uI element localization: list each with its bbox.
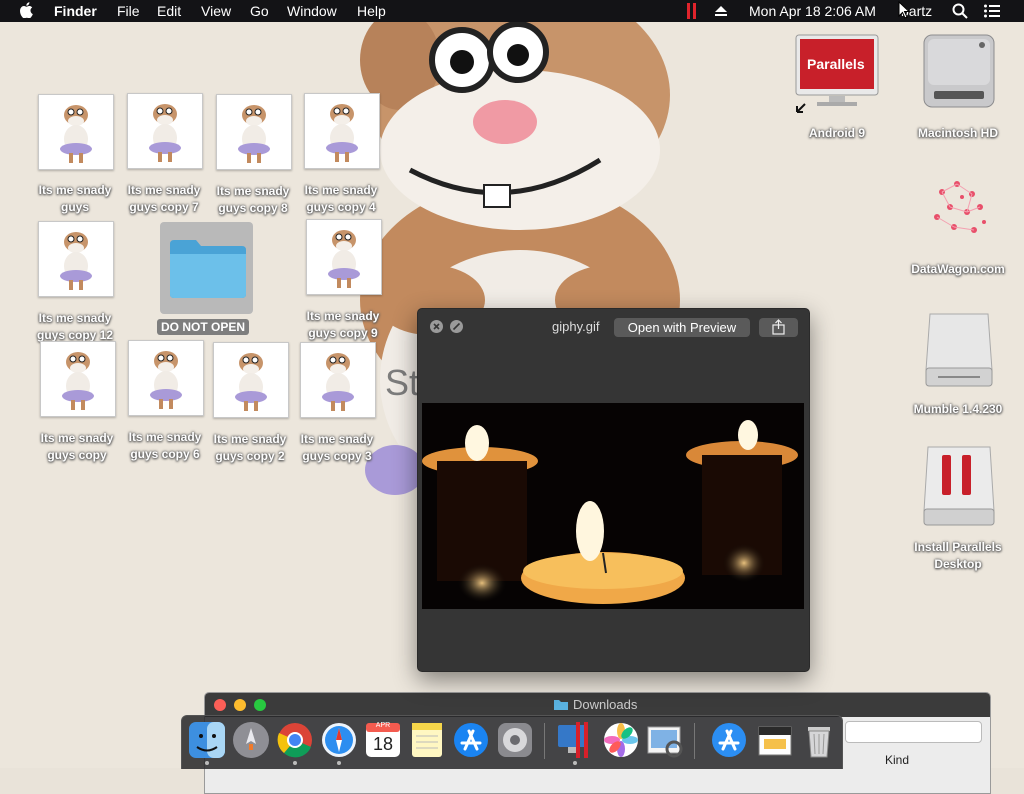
menu-window[interactable]: Window [287,3,337,19]
menu-go[interactable]: Go [250,3,269,19]
safari-dock-icon[interactable] [320,721,358,765]
image-file-icon[interactable] [216,94,292,170]
running-indicator [293,761,297,765]
preview-dock-icon[interactable] [646,721,684,759]
menu-file[interactable]: File [117,3,140,19]
menu-app-name[interactable]: Finder [54,3,97,19]
running-indicator [573,761,577,765]
close-window-button[interactable] [214,699,226,711]
quicklook-window: giphy.gif Open with Preview [417,308,810,672]
parallels-badge: Parallels [807,56,865,72]
calendar-day: 18 [372,734,394,754]
dock: APR 18 [181,715,843,769]
image-file-label[interactable]: Its me snady guys copy 7 [116,182,212,216]
open-with-preview-button[interactable]: Open with Preview [614,318,750,337]
datawagon-icon[interactable] [922,172,996,251]
image-file-label[interactable]: Its me snady guys [27,182,123,216]
share-button[interactable] [759,318,798,337]
android-vm-label[interactable]: Android 9 [777,125,897,142]
quicklook-filename: giphy.gif [552,319,600,334]
svg-text:St: St [385,362,419,403]
menu-clock[interactable]: Mon Apr 18 2:06 AM [749,3,876,19]
downloads-folder-icon [553,698,569,716]
mumble-label[interactable]: Mumble 1.4.230 [898,401,1018,418]
image-file-label[interactable]: Its me snady guys copy 8 [205,183,301,217]
install-parallels-label[interactable]: Install Parallels Desktop [898,539,1018,573]
mouse-cursor-icon [898,0,911,22]
calendar-dock-icon[interactable]: APR 18 [364,721,402,759]
system-preferences-dock-icon[interactable] [496,721,534,759]
fullscreen-icon[interactable] [450,320,463,333]
notes-dock-icon[interactable] [408,721,446,759]
parallels-desktop-dock-icon[interactable] [556,721,594,765]
image-file-icon[interactable] [304,93,380,169]
running-indicator [337,761,341,765]
image-file-icon[interactable] [38,221,114,297]
parallels-menu-icon[interactable] [687,3,697,22]
image-file-label[interactable]: Its me snady guys copy 3 [289,431,385,465]
trash-icon[interactable] [800,721,838,759]
minimize-window-button[interactable] [234,699,246,711]
image-file-icon[interactable] [127,93,203,169]
image-file-icon[interactable] [38,94,114,170]
photos-dock-icon[interactable] [602,721,640,759]
folder-label[interactable]: DO NOT OPEN [157,319,250,335]
image-file-label[interactable]: Its me snady guys copy 2 [202,431,298,465]
app-store-dock-icon[interactable] [452,721,490,759]
folder-icon[interactable] [168,236,248,305]
mumble-disk-icon[interactable] [922,310,996,395]
spotlight-search-icon[interactable] [952,3,968,22]
image-file-icon[interactable] [40,341,116,417]
menu-help[interactable]: Help [357,3,386,19]
downloads-stack-dock-icon[interactable] [756,721,794,759]
notification-center-icon[interactable] [984,4,1000,21]
app-store-dock-icon[interactable] [710,721,748,759]
image-file-icon[interactable] [213,342,289,418]
calendar-month: APR [375,722,391,729]
running-indicator [205,761,209,765]
gif-preview-image [422,403,804,609]
downloads-titlebar[interactable]: Downloads [205,693,990,717]
menu-edit[interactable]: Edit [157,3,181,19]
dock-separator [694,723,695,759]
close-icon[interactable] [430,320,443,333]
launchpad-dock-icon[interactable] [232,721,270,759]
datawagon-label[interactable]: DataWagon.com [898,261,1018,278]
search-field[interactable] [845,721,982,743]
install-parallels-icon[interactable] [922,445,996,534]
dock-separator [544,723,545,759]
finder-dock-icon[interactable] [188,721,226,765]
eject-icon[interactable] [714,4,728,20]
image-file-icon[interactable] [300,342,376,418]
menu-view[interactable]: View [201,3,231,19]
apple-menu-icon[interactable] [20,2,34,21]
menu-bar: Finder File Edit View Go Window Help Mon… [0,0,1024,22]
downloads-window-title: Downloads [573,697,638,712]
hard-drive-label[interactable]: Macintosh HD [898,125,1018,142]
image-file-label[interactable]: Its me snady guys copy 12 [27,310,123,344]
image-file-icon[interactable] [306,219,382,295]
image-file-label[interactable]: Its me snady guys copy 4 [293,182,389,216]
image-file-icon[interactable] [128,340,204,416]
chrome-dock-icon[interactable] [276,721,314,765]
kind-column-header[interactable]: Kind [885,753,909,767]
zoom-window-button[interactable] [254,699,266,711]
image-file-label[interactable]: Its me snady guys copy 9 [295,308,391,342]
parallels-vm-icon[interactable]: Parallels [795,34,881,119]
image-file-label[interactable]: Its me snady guys copy 6 [117,429,213,463]
image-file-label[interactable]: Its me snady guys copy [29,430,125,464]
hard-drive-icon[interactable] [922,33,996,116]
